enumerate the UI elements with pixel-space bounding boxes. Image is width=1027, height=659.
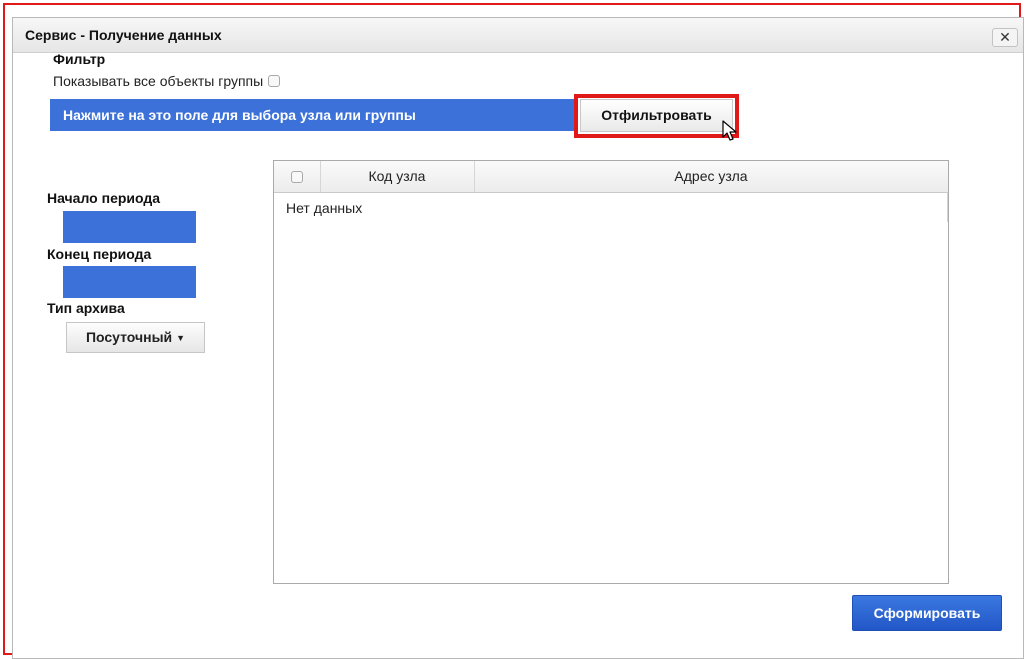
nodes-table: Код узла Адрес узла Нет данных: [273, 160, 949, 584]
period-end-field[interactable]: [63, 266, 196, 298]
close-button[interactable]: ✕: [992, 28, 1018, 47]
generate-button[interactable]: Сформировать: [852, 595, 1002, 631]
period-end-label: Конец периода: [47, 246, 152, 262]
node-group-selector[interactable]: Нажмите на это поле для выбора узла или …: [50, 99, 576, 131]
filter-heading: Фильтр: [53, 51, 106, 67]
period-start-label: Начало периода: [47, 190, 161, 206]
show-all-checkbox[interactable]: [268, 75, 281, 87]
table-header: Код узла Адрес узла: [274, 161, 948, 193]
period-start-field[interactable]: [63, 211, 196, 243]
column-header-node-address[interactable]: Адрес узла: [474, 161, 948, 192]
table-divider: [947, 192, 948, 222]
show-all-label: Показывать все объекты группы: [53, 73, 264, 89]
mouse-cursor-icon: [722, 120, 737, 141]
archive-type-value: Посуточный: [85, 329, 173, 345]
select-all-header: [274, 161, 321, 192]
column-header-node-code[interactable]: Код узла: [320, 161, 475, 192]
caret-down-icon: ▼: [176, 333, 186, 343]
archive-type-dropdown[interactable]: Посуточный ▼: [66, 322, 205, 353]
empty-table-message: Нет данных: [286, 200, 363, 216]
select-all-checkbox[interactable]: [291, 171, 303, 184]
dialog-titlebar: Сервис - Получение данных ✕: [13, 18, 1023, 53]
show-all-option: Показывать все объекты группы: [53, 73, 281, 89]
archive-type-label: Тип архива: [47, 300, 125, 316]
highlight-box: [574, 94, 739, 138]
dialog-title: Сервис - Получение данных: [25, 27, 222, 43]
